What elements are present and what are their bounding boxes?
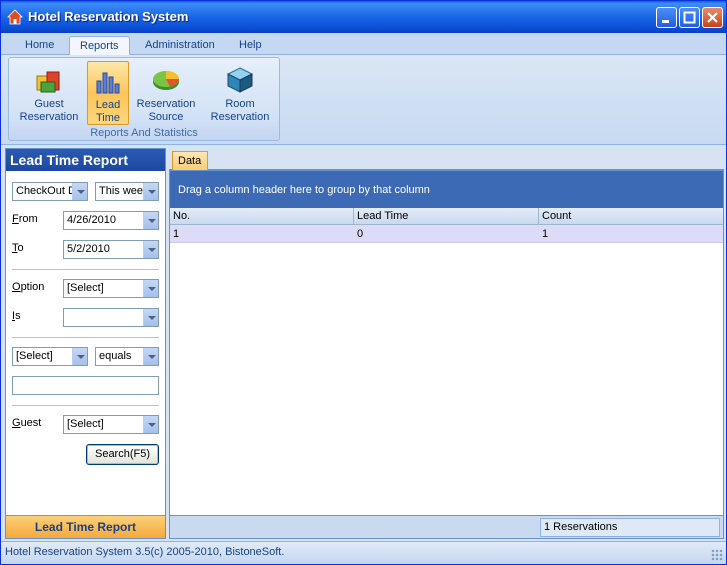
filter-value-input[interactable] [12, 376, 159, 395]
chevron-down-icon[interactable] [143, 416, 158, 433]
tab-administration[interactable]: Administration [135, 36, 225, 55]
minimize-button[interactable] [656, 7, 677, 28]
cell-count[interactable]: 1 [539, 225, 723, 243]
guest-reservation-label-1: Guest [34, 98, 64, 110]
date-field-select[interactable]: CheckOut D [12, 182, 88, 201]
reservation-count: 1 Reservations [540, 518, 720, 537]
chevron-down-icon[interactable] [143, 183, 158, 200]
guest-label-accel: G [12, 417, 21, 429]
is-label: Is [12, 310, 21, 322]
pie-chart-icon [153, 71, 179, 90]
room-reservation-button[interactable]: Room Reservation [205, 61, 275, 125]
home-icon [7, 9, 23, 25]
chevron-down-icon[interactable] [143, 241, 158, 258]
date-field-value: CheckOut D [16, 185, 76, 197]
tab-home[interactable]: Home [15, 36, 64, 55]
chevron-down-icon[interactable] [143, 348, 158, 365]
option-select[interactable]: [Select] [63, 279, 159, 298]
close-button[interactable] [702, 7, 723, 28]
filter-field-select[interactable]: [Select] [12, 347, 88, 366]
chevron-down-icon[interactable] [72, 348, 87, 365]
chevron-down-icon[interactable] [72, 183, 87, 200]
lead-time-label-2: Time [95, 112, 121, 124]
filter-operator-value: equals [99, 350, 132, 362]
search-button[interactable]: Search(F5) [86, 444, 159, 465]
lead-time-chart-icon [96, 72, 120, 94]
to-date-picker[interactable]: 5/2/2010 [63, 240, 159, 259]
guest-label-text: uest [20, 417, 42, 429]
to-label-text: o [17, 242, 24, 254]
ribbon-group-label: Reports And Statistics [90, 127, 198, 139]
is-label-text: s [15, 310, 21, 322]
cell-no[interactable]: 1 [170, 225, 354, 243]
guest-reservation-icon [36, 71, 60, 93]
from-date-value: 4/26/2010 [67, 214, 116, 226]
title-bar[interactable]: Hotel Reservation System [1, 1, 726, 33]
resize-grip-icon[interactable] [711, 549, 723, 561]
chevron-down-icon[interactable] [143, 280, 158, 297]
divider [12, 269, 159, 270]
close-icon [707, 12, 718, 23]
room-cube-icon [226, 67, 254, 93]
lead-time-label-1: Lead [95, 99, 121, 111]
from-label: From [12, 213, 38, 225]
grid-header-row: No. Lead Time Count [170, 208, 723, 225]
app-window: Hotel Reservation System Home Reports Ad… [0, 0, 727, 565]
guest-select[interactable]: [Select] [63, 415, 159, 434]
status-text: Hotel Reservation System 3.5(c) 2005-201… [5, 546, 285, 558]
from-date-picker[interactable]: 4/26/2010 [63, 211, 159, 230]
chevron-down-icon[interactable] [143, 309, 158, 326]
option-label-accel: O [12, 281, 21, 293]
panel-title: Lead Time Report [6, 149, 165, 171]
from-label-accel: F [12, 213, 19, 225]
reservation-source-button[interactable]: Reservation Source [133, 61, 199, 125]
option-value: [Select] [67, 282, 104, 294]
column-header-no[interactable]: No. [170, 208, 354, 225]
reservation-source-label-2: Source [148, 111, 184, 123]
divider [12, 337, 159, 338]
column-header-lead-time[interactable]: Lead Time [354, 208, 539, 225]
cell-lead-time[interactable]: 0 [354, 225, 539, 243]
ribbon-tab-bar: Home Reports Administration Help [1, 33, 726, 56]
lead-time-button[interactable]: Lead Time [87, 61, 129, 125]
maximize-button[interactable] [679, 7, 700, 28]
minimize-icon [662, 20, 669, 23]
is-select[interactable] [63, 308, 159, 327]
report-filter-panel: Lead Time Report CheckOut D This wee Fro… [5, 148, 166, 539]
guest-reservation-label-2: Reservation [19, 111, 79, 123]
guest-reservation-button[interactable]: Guest Reservation [14, 61, 84, 125]
maximize-icon [683, 11, 696, 24]
column-header-count[interactable]: Count [539, 208, 723, 225]
data-tab-strip: Data [169, 148, 724, 170]
option-label: Option [12, 281, 44, 293]
to-date-value: 5/2/2010 [67, 243, 110, 255]
to-label: To [12, 242, 24, 254]
room-reservation-label-2: Reservation [210, 111, 270, 123]
guest-label: Guest [12, 417, 41, 429]
grid-footer: 1 Reservations [170, 515, 723, 538]
group-by-panel[interactable]: Drag a column header here to group by th… [170, 171, 723, 208]
status-bar: Hotel Reservation System 3.5(c) 2005-201… [1, 541, 726, 564]
period-value: This wee [99, 185, 144, 197]
panel-footer-lead-time-report[interactable]: Lead Time Report [6, 515, 165, 538]
period-select[interactable]: This wee [95, 182, 159, 201]
tab-data[interactable]: Data [172, 151, 208, 170]
tab-reports[interactable]: Reports [69, 36, 130, 56]
tab-help[interactable]: Help [229, 36, 272, 55]
ribbon-group-reports: Guest Reservation Lead Time Reservation … [8, 57, 280, 141]
guest-value: [Select] [67, 418, 104, 430]
room-reservation-label-1: Room [225, 98, 255, 110]
filter-operator-select[interactable]: equals [95, 347, 159, 366]
option-label-text: ption [20, 281, 45, 293]
report-data-panel: Data Drag a column header here to group … [169, 148, 724, 539]
table-row[interactable]: 1 0 1 [170, 225, 723, 243]
chevron-down-icon[interactable] [143, 212, 158, 229]
from-label-text: rom [18, 213, 38, 225]
ribbon: Guest Reservation Lead Time Reservation … [1, 55, 726, 145]
filter-field-value: [Select] [16, 350, 53, 362]
window-title: Hotel Reservation System [28, 9, 189, 24]
reservation-source-label-1: Reservation [136, 98, 196, 110]
data-grid: Drag a column header here to group by th… [169, 170, 724, 539]
divider [12, 405, 159, 406]
